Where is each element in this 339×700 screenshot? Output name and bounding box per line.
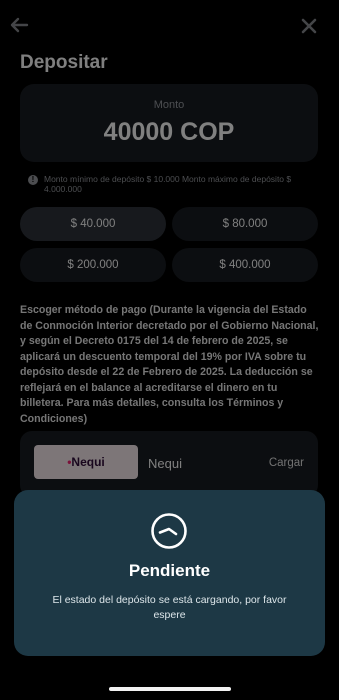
- pending-modal: Pendiente El estado del depósito se está…: [14, 490, 325, 656]
- clock-icon: [151, 513, 187, 549]
- home-indicator[interactable]: [109, 687, 231, 691]
- modal-title: Pendiente: [128, 561, 211, 580]
- modal-message: El estado del depósito se está cargando,…: [52, 594, 287, 621]
